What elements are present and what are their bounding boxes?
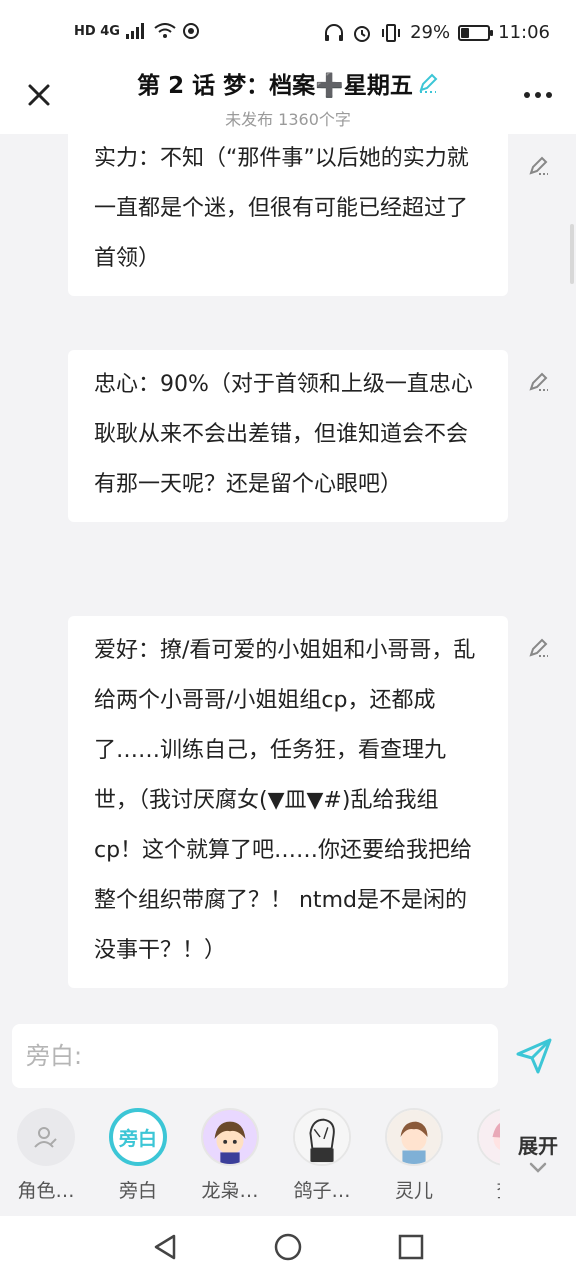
home-icon[interactable] [273, 1232, 303, 1262]
clock: 11:06 [498, 22, 550, 43]
alarm-icon [354, 25, 371, 42]
card-text: 实力：不知（“那件事”以后她的实力就一直都是个迷，但很有可能已经超过了首领） [94, 146, 469, 271]
character-avatar-icon [385, 1108, 443, 1166]
narration-card[interactable]: 爱好：撩/看可爱的小姐姐和小哥哥，乱给两个小哥哥/小姐姐组cp，还都成了……训练… [68, 616, 508, 988]
signal-icon [125, 23, 144, 39]
send-icon[interactable] [512, 1034, 556, 1078]
input-area: 旁白: 角色… 旁白 旁白 龙枭… 鸽子… 灵儿 展开 [0, 1006, 576, 1216]
card-text: 爱好：撩/看可爱的小姐姐和小哥哥，乱给两个小哥哥/小姐姐组cp，还都成了……训练… [94, 638, 476, 963]
close-icon[interactable] [24, 80, 54, 110]
scrollbar[interactable] [570, 224, 574, 284]
back-icon[interactable] [150, 1232, 180, 1262]
role-label: 旁白 [118, 1180, 157, 1202]
battery-fill [461, 27, 469, 38]
story-content[interactable]: 实力：不知（“那件事”以后她的实力就一直都是个迷，但很有可能已经超过了首领） 忠… [0, 134, 576, 1006]
role-label: 龙枭… [201, 1180, 259, 1202]
add-role-icon [17, 1108, 75, 1166]
role-label: 灵儿 [394, 1180, 433, 1202]
battery-icon [458, 24, 494, 41]
vibrate-icon [382, 23, 401, 42]
expand-button[interactable]: 展开 [510, 1130, 566, 1178]
header: 第 2 话 梦：档案➕星期五 未发布 1360个字 [0, 60, 576, 134]
role-selector: 角色… 旁白 旁白 龙枭… 鸽子… 灵儿 [0, 1102, 500, 1212]
chapter-title: 第 2 话 梦：档案➕星期五 [137, 73, 413, 99]
status-left: HD 4G [74, 22, 200, 40]
status-right: 29% 11:06 [324, 22, 550, 43]
edit-title-icon[interactable] [417, 72, 439, 94]
role-label: 鸽子… [293, 1180, 351, 1202]
role-label: 查 [460, 1176, 500, 1203]
edit-card-icon[interactable] [526, 370, 550, 394]
chevron-down-icon [529, 1162, 547, 1173]
battery-percent: 29% [410, 22, 451, 43]
role-character[interactable]: 灵儿 [368, 1102, 460, 1203]
narration-input[interactable]: 旁白: [12, 1024, 498, 1088]
narrator-avatar: 旁白 [109, 1108, 167, 1166]
wifi-icon [154, 23, 176, 38]
more-options-icon[interactable] [524, 92, 552, 98]
role-character[interactable]: 查 [460, 1102, 500, 1203]
edit-card-icon[interactable] [526, 154, 550, 178]
edit-card-icon[interactable] [526, 636, 550, 660]
network-indicator: HD 4G [74, 23, 120, 39]
chapter-subtitle: 未发布 1360个字 [225, 110, 351, 129]
narration-card[interactable]: 忠心：90%（对于首领和上级一直忠心耿耿从来不会出差错，但谁知道会不会有那一天呢… [68, 350, 508, 522]
character-avatar-icon [293, 1108, 351, 1166]
role-label: 角色… [17, 1180, 75, 1202]
chapter-title-row[interactable]: 第 2 话 梦：档案➕星期五 [137, 66, 439, 100]
navigation-bar [0, 1216, 576, 1280]
expand-label: 展开 [518, 1134, 558, 1158]
role-character[interactable]: 龙枭… [184, 1102, 276, 1203]
headphones-icon [325, 23, 344, 41]
data-saver-icon [182, 23, 199, 39]
role-narrator[interactable]: 旁白 旁白 [92, 1102, 184, 1203]
title-wrap: 第 2 话 梦：档案➕星期五 未发布 1360个字 [90, 66, 486, 130]
character-avatar-icon [477, 1108, 500, 1166]
narration-card[interactable]: 实力：不知（“那件事”以后她的实力就一直都是个迷，但很有可能已经超过了首领） [68, 134, 508, 296]
character-avatar-icon [201, 1108, 259, 1166]
card-text: 忠心：90%（对于首领和上级一直忠心耿耿从来不会出差错，但谁知道会不会有那一天呢… [94, 372, 473, 497]
recents-icon[interactable] [396, 1232, 426, 1262]
role-add[interactable]: 角色… [0, 1102, 92, 1203]
role-character[interactable]: 鸽子… [276, 1102, 368, 1203]
